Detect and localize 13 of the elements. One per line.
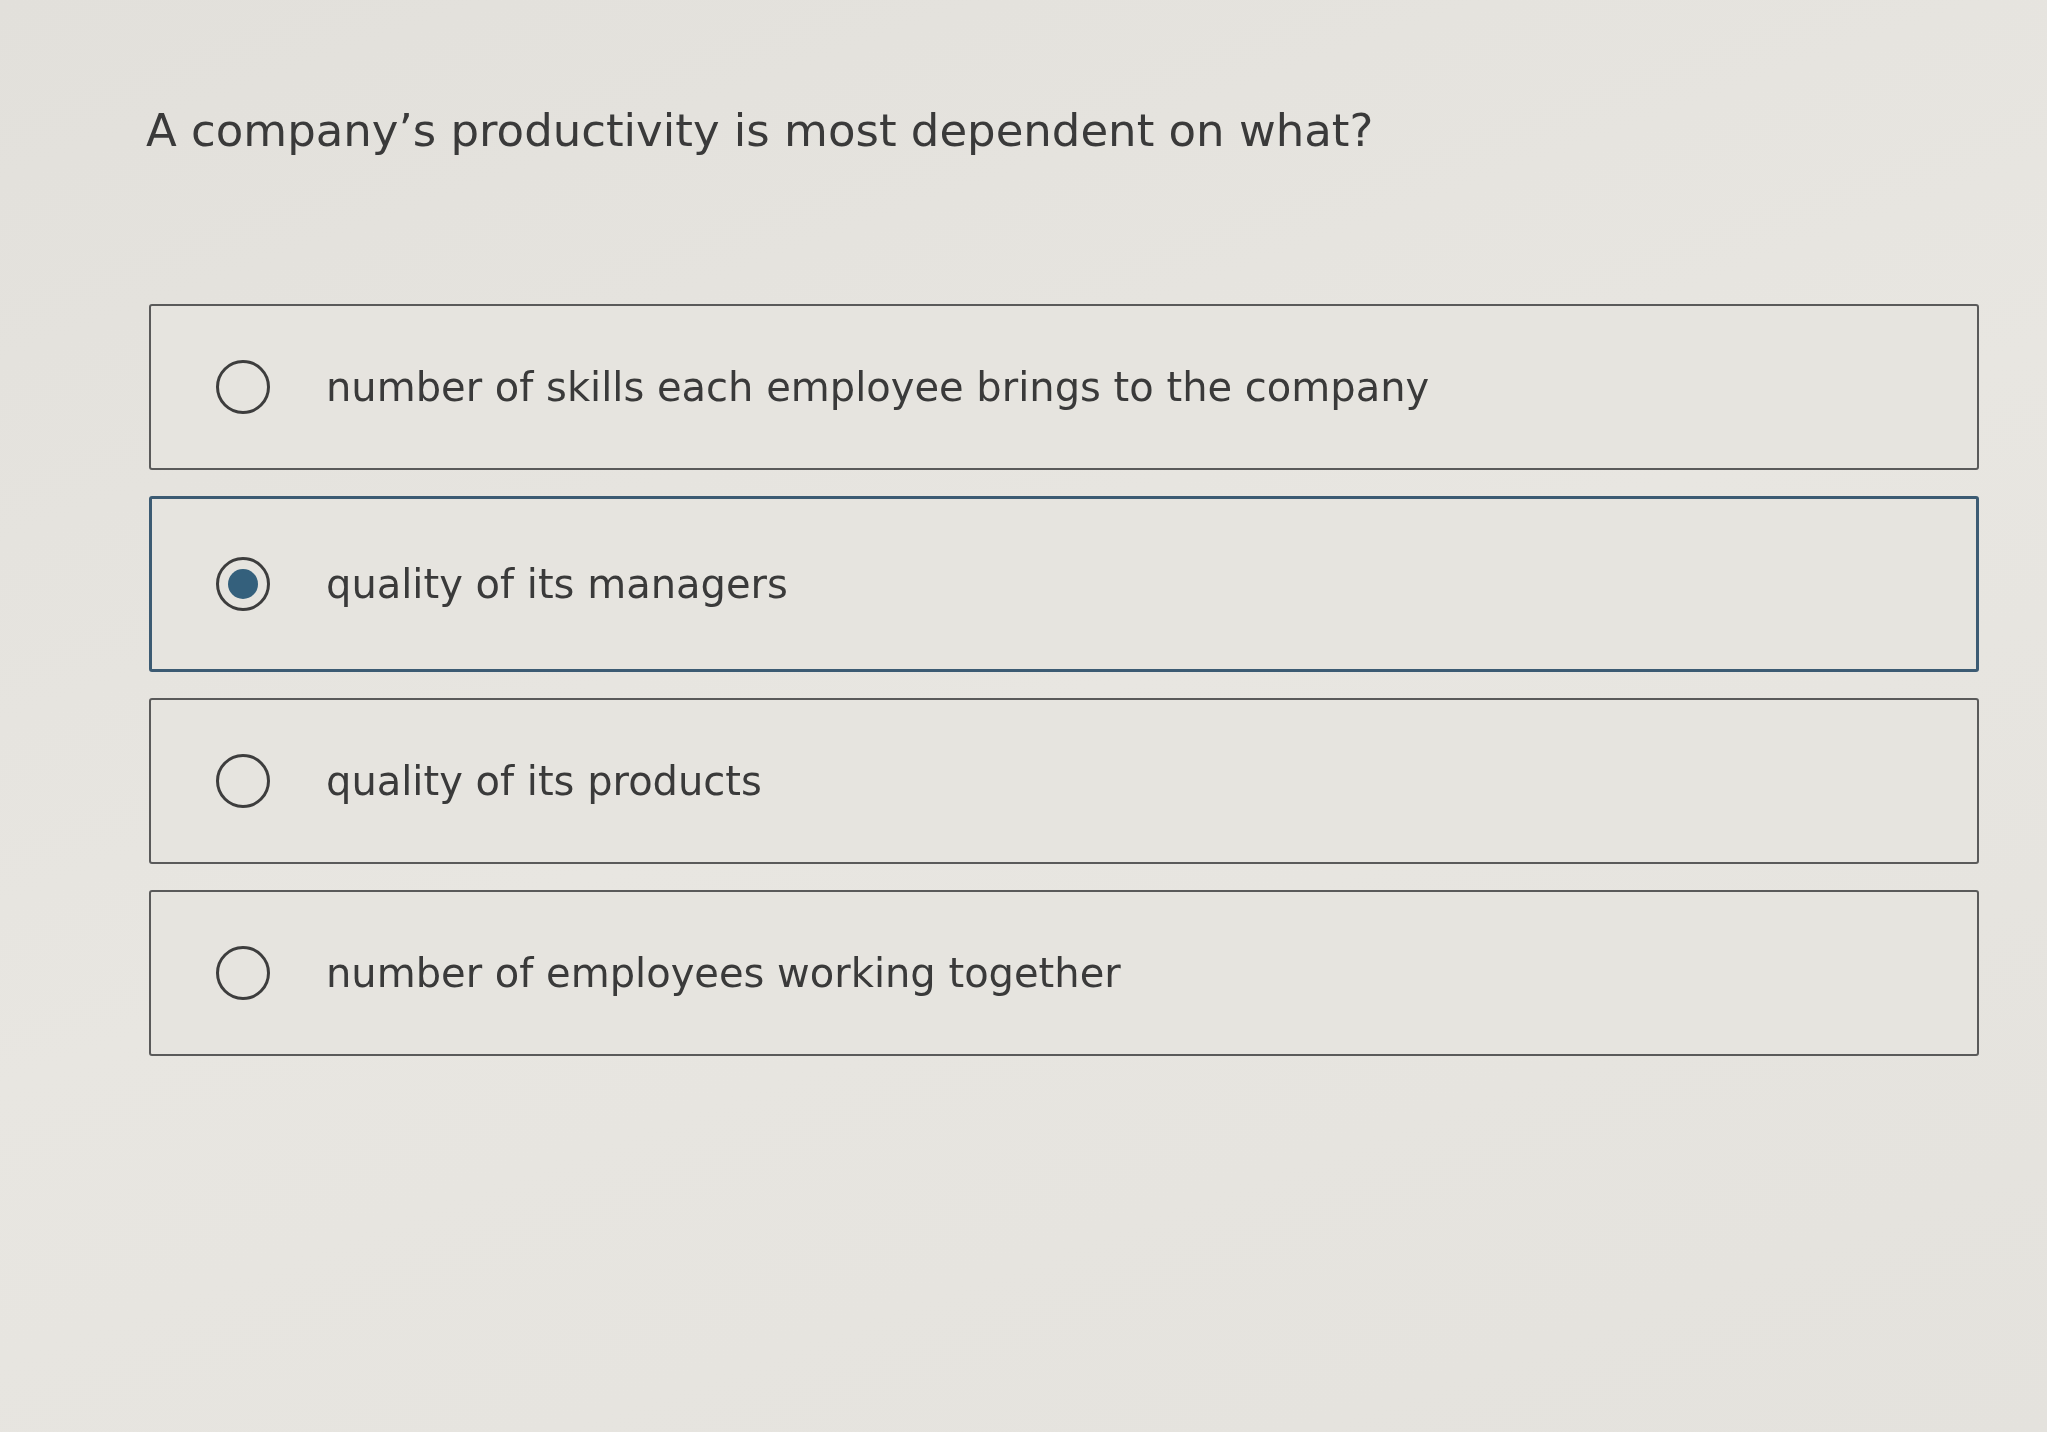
answer-option[interactable]: number of skills each employee brings to the company [149,304,1979,470]
radio-button[interactable] [216,360,270,414]
radio-button[interactable] [216,557,270,611]
answer-option[interactable]: quality of its products [149,698,1979,864]
option-label: number of skills each employee brings to the company [326,363,1430,412]
answer-option[interactable]: quality of its managers [149,496,1979,672]
radio-button[interactable] [216,946,270,1000]
radio-button[interactable] [216,754,270,808]
question-text: A company’s productivity is most dependent on what? [146,103,1374,159]
answer-option[interactable]: number of employees working together [149,890,1979,1056]
option-label: number of employees working together [326,949,1121,998]
option-label: quality of its products [326,757,762,806]
option-label: quality of its managers [326,560,788,609]
